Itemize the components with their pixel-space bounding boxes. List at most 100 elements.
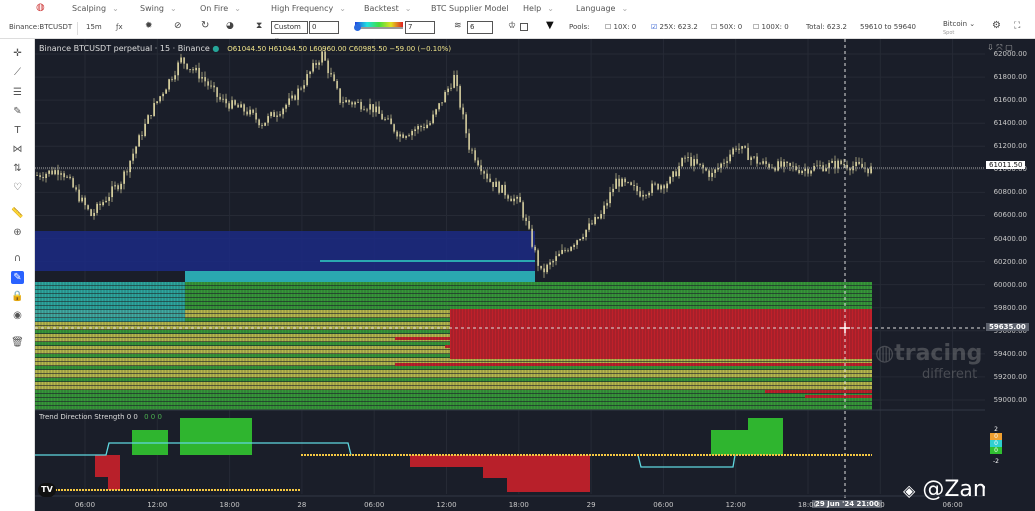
eye-icon[interactable]: ◉ bbox=[11, 309, 24, 322]
pool-100x[interactable]: ☐ 100X: 0 bbox=[753, 23, 789, 31]
candle-body bbox=[426, 124, 428, 129]
heart-icon[interactable]: ♡ bbox=[11, 181, 24, 194]
menu-backtest[interactable]: Backtest ⌄ bbox=[364, 4, 412, 13]
candle-body bbox=[498, 181, 500, 193]
settings-gear-icon[interactable]: ✹ bbox=[145, 21, 153, 31]
candle-body bbox=[399, 134, 401, 137]
fib-icon[interactable]: ☰ bbox=[11, 86, 24, 99]
menu-label: Swing bbox=[140, 4, 164, 13]
menu-on-fire[interactable]: On Fire ⌄ bbox=[200, 4, 241, 13]
lock-drawing-icon[interactable]: ✎ bbox=[11, 271, 24, 284]
candle-body bbox=[267, 116, 269, 123]
candle-body bbox=[837, 160, 839, 169]
candle-body bbox=[153, 103, 155, 117]
pattern-icon[interactable]: ⋈ bbox=[11, 143, 24, 156]
candle-body bbox=[807, 168, 809, 174]
chart-area[interactable]: Binance BTCUSDT perpetual · 15 · Binance… bbox=[35, 39, 1035, 511]
mode-select-value: Custom bbox=[274, 23, 301, 31]
mode-select[interactable]: Custom ⌄ bbox=[271, 21, 308, 42]
indicator-fx-icon[interactable]: ƒx bbox=[116, 23, 123, 31]
menu-btc-supplier-model[interactable]: BTC Supplier Model bbox=[431, 4, 509, 13]
pool-label: 100X: 0 bbox=[761, 23, 789, 31]
candle-body bbox=[48, 170, 50, 174]
candle-body bbox=[750, 157, 752, 160]
candle-body bbox=[633, 184, 635, 186]
zoom-icon[interactable]: ⊕ bbox=[11, 226, 24, 239]
candle-body bbox=[180, 57, 182, 63]
menu-swing[interactable]: Swing ⌄ bbox=[140, 4, 177, 13]
crosshair-icon[interactable]: ✛ bbox=[11, 47, 24, 60]
menu-language[interactable]: Language ⌄ bbox=[576, 4, 628, 13]
robot-checkbox[interactable] bbox=[520, 23, 528, 31]
layers-value-input[interactable]: 6 bbox=[467, 21, 493, 34]
candle-body bbox=[195, 67, 197, 71]
brush-icon[interactable]: ✎ bbox=[11, 105, 24, 118]
candle-body bbox=[162, 93, 164, 97]
fullscreen-icon[interactable]: ⛶ bbox=[1014, 21, 1020, 31]
axis-controls[interactable]: ⇩ ⤧ ▢ bbox=[987, 43, 1013, 53]
refresh-icon[interactable]: ↻ bbox=[201, 20, 209, 31]
pool-50x[interactable]: ☐ 50X: 0 bbox=[711, 23, 742, 31]
candle-body bbox=[90, 209, 92, 216]
text-icon[interactable]: T bbox=[11, 124, 24, 137]
candle-body bbox=[276, 115, 278, 117]
candle-body bbox=[786, 161, 788, 163]
time-tick: 18:00 bbox=[219, 501, 240, 509]
trend-bar-red bbox=[95, 455, 108, 477]
candle-body bbox=[834, 160, 836, 169]
pool-10x[interactable]: ☐ 10X: 0 bbox=[605, 23, 636, 31]
candle-body bbox=[147, 115, 149, 124]
trend-bar-green bbox=[711, 430, 748, 455]
lock-icon[interactable]: 🔒 bbox=[11, 290, 24, 303]
candle-body bbox=[735, 148, 737, 150]
pool-25x[interactable]: ☑ 25X: 623.2 bbox=[651, 23, 698, 31]
candle-body bbox=[39, 175, 41, 178]
gradient-value-input[interactable]: 7 bbox=[405, 21, 435, 34]
slider-handle[interactable] bbox=[354, 24, 361, 31]
candle-body bbox=[81, 197, 83, 202]
symbol-search[interactable]: Binance:BTCUSDT bbox=[9, 23, 72, 31]
candle-body bbox=[381, 113, 383, 120]
candle-body bbox=[690, 156, 692, 166]
candle-body bbox=[117, 185, 119, 190]
chart-canvas[interactable] bbox=[35, 39, 1035, 511]
candle-body bbox=[522, 202, 524, 218]
robot-icon[interactable]: ♔ bbox=[508, 21, 516, 31]
candle-body bbox=[336, 80, 338, 89]
mode-value-input[interactable]: 0 bbox=[309, 21, 339, 34]
heatmap-row bbox=[35, 370, 872, 374]
trendline-icon[interactable]: ⟋ bbox=[11, 66, 24, 79]
trash-icon[interactable]: 🗑 bbox=[11, 336, 24, 349]
menu-scalping[interactable]: Scalping ⌄ bbox=[72, 4, 119, 13]
palette-icon[interactable]: ◕ bbox=[226, 21, 234, 31]
candle-body bbox=[729, 154, 731, 162]
candle-body bbox=[513, 198, 515, 202]
menu-help[interactable]: Help ⌄ bbox=[523, 4, 554, 13]
filter-icon[interactable]: ▼ bbox=[546, 20, 554, 31]
settings-icon[interactable]: ⚙ bbox=[992, 20, 1001, 31]
measure-icon[interactable]: ⇅ bbox=[11, 162, 24, 175]
candle-body bbox=[486, 173, 488, 179]
asset-select[interactable]: Bitcoin ⌄ Spot bbox=[943, 20, 975, 36]
candle-body bbox=[810, 170, 812, 174]
candle-body bbox=[60, 173, 62, 175]
slider-track bbox=[355, 27, 403, 29]
magnet-icon[interactable]: ∩ bbox=[11, 252, 24, 265]
menu-high-frequency[interactable]: High Frequency ⌄ bbox=[271, 4, 346, 13]
candle-body bbox=[114, 185, 116, 187]
candle-body bbox=[867, 168, 869, 174]
indicator-title: Trend Direction Strength 0 0 bbox=[39, 413, 138, 421]
candle-body bbox=[303, 85, 305, 89]
interval-select[interactable]: 15m bbox=[86, 23, 102, 31]
time-tick: 18:00 bbox=[508, 501, 529, 509]
candle-body bbox=[213, 85, 215, 88]
hide-eye-icon[interactable]: ⊘ bbox=[174, 21, 182, 31]
candle-body bbox=[744, 146, 746, 148]
candle-body bbox=[132, 153, 134, 161]
heatmap-row bbox=[35, 394, 872, 398]
ruler-icon[interactable]: 📏 bbox=[11, 207, 24, 220]
candle-body bbox=[828, 162, 830, 169]
candle-body bbox=[792, 165, 794, 167]
tradingview-logo[interactable]: TV bbox=[38, 483, 56, 497]
candle-body bbox=[525, 217, 527, 222]
